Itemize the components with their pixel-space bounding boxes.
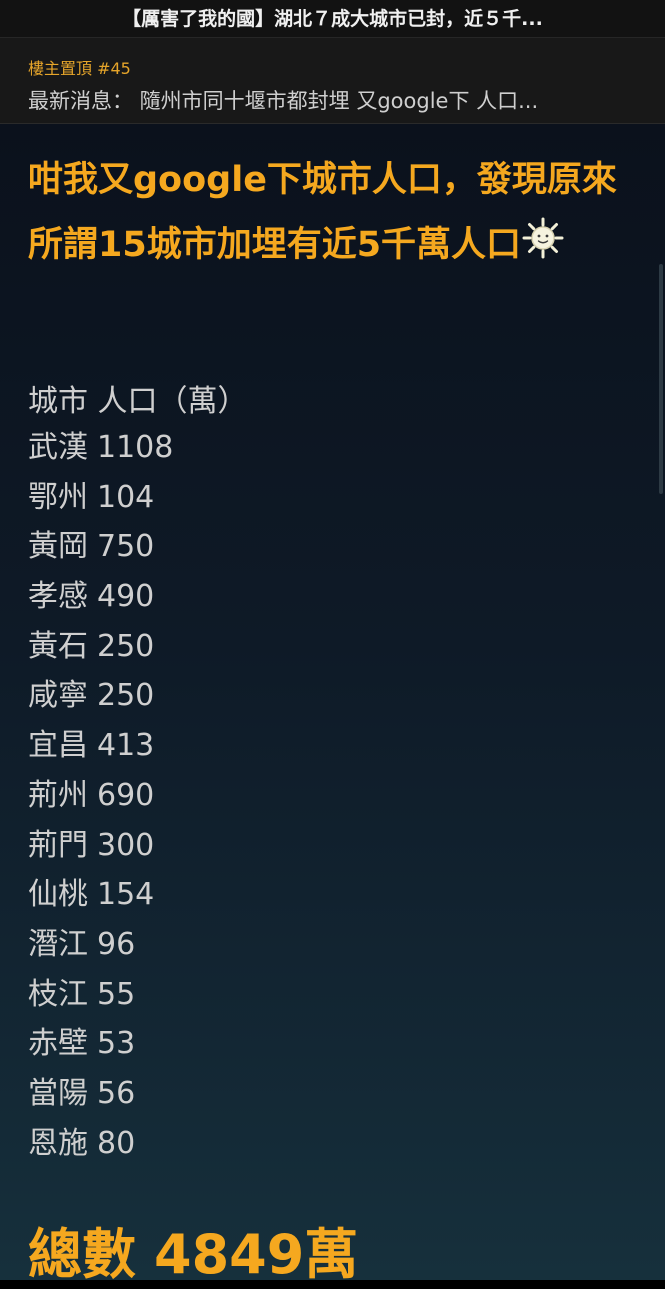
city-population: 55 bbox=[97, 976, 136, 1012]
total-value: 4849萬 bbox=[154, 1223, 359, 1286]
list-item: 赤壁 53 bbox=[28, 1022, 173, 1072]
list-item: 孝感 490 bbox=[28, 575, 173, 625]
list-item: 咸寧 250 bbox=[28, 674, 173, 724]
total-line: 總數 4849萬 bbox=[28, 1210, 358, 1289]
thread-title-bar: 【厲害了我的國】湖北７成大城市已封，近５千... bbox=[0, 0, 665, 38]
city-name: 潛江 bbox=[28, 926, 88, 962]
city-name: 赤壁 bbox=[28, 1026, 88, 1062]
city-population: 56 bbox=[97, 1075, 136, 1111]
sun-icon bbox=[521, 216, 565, 260]
city-name: 荊州 bbox=[28, 777, 88, 813]
city-population: 154 bbox=[97, 877, 155, 913]
scrollbar-thumb[interactable] bbox=[659, 264, 663, 494]
city-name: 荊門 bbox=[28, 827, 88, 863]
thread-title[interactable]: 【厲害了我的國】湖北７成大城市已封，近５千... bbox=[0, 4, 665, 31]
city-population: 490 bbox=[97, 579, 155, 615]
city-population-list: 武漢 1108 鄂州 104 黃岡 750 孝感 490 黃石 250 咸寧 250 宜昌 413 荊州 69… bbox=[28, 426, 173, 1171]
list-item: 黃石 250 bbox=[28, 625, 173, 675]
city-name: 宜昌 bbox=[28, 728, 88, 764]
total-label: 總數 bbox=[28, 1223, 136, 1286]
city-name: 武漢 bbox=[28, 430, 88, 465]
list-item: 黃岡 750 bbox=[28, 525, 173, 575]
list-item: 枝江 55 bbox=[28, 973, 173, 1023]
city-name: 仙桃 bbox=[28, 877, 88, 913]
city-population: 250 bbox=[97, 628, 155, 664]
city-name: 咸寧 bbox=[28, 678, 88, 714]
city-name: 鄂州 bbox=[28, 479, 88, 515]
city-population: 690 bbox=[97, 777, 155, 813]
list-item: 恩施 80 bbox=[28, 1122, 173, 1172]
list-item: 潛江 96 bbox=[28, 923, 173, 973]
post-headline: 咁我又google下城市人口，發現原來所謂15城市加埋有近5千萬人口 bbox=[28, 148, 648, 278]
city-population: 53 bbox=[97, 1026, 136, 1062]
city-name: 恩施 bbox=[28, 1125, 88, 1161]
list-item: 仙桃 154 bbox=[28, 873, 173, 923]
city-population: 750 bbox=[97, 529, 155, 565]
city-population: 80 bbox=[97, 1125, 136, 1161]
city-population: 104 bbox=[97, 479, 155, 515]
city-name: 黃岡 bbox=[28, 529, 88, 565]
list-item: 當陽 56 bbox=[28, 1072, 173, 1122]
list-item: 荊州 690 bbox=[28, 774, 173, 824]
list-item: 武漢 1108 bbox=[28, 426, 173, 476]
city-population: 96 bbox=[97, 926, 136, 962]
table-header: 城市 人口（萬） bbox=[28, 384, 248, 419]
city-population: 250 bbox=[97, 678, 155, 714]
pinned-post-banner[interactable]: 樓主置頂 #45 最新消息： 隨州市同十堰市都封埋 又google下 人口... bbox=[0, 38, 665, 124]
city-population: 300 bbox=[97, 827, 155, 863]
pinned-label: 樓主置頂 #45 bbox=[28, 59, 131, 78]
city-population: 1108 bbox=[97, 430, 174, 465]
city-name: 孝感 bbox=[28, 579, 88, 615]
list-item: 宜昌 413 bbox=[28, 724, 173, 774]
city-population: 413 bbox=[97, 728, 155, 764]
pinned-news-text: 最新消息： 隨州市同十堰市都封埋 又google下 人口... bbox=[28, 89, 539, 113]
city-name: 當陽 bbox=[28, 1075, 88, 1111]
city-name: 枝江 bbox=[28, 976, 88, 1012]
city-name: 黃石 bbox=[28, 628, 88, 664]
list-item: 鄂州 104 bbox=[28, 476, 173, 526]
list-item: 荊門 300 bbox=[28, 824, 173, 874]
